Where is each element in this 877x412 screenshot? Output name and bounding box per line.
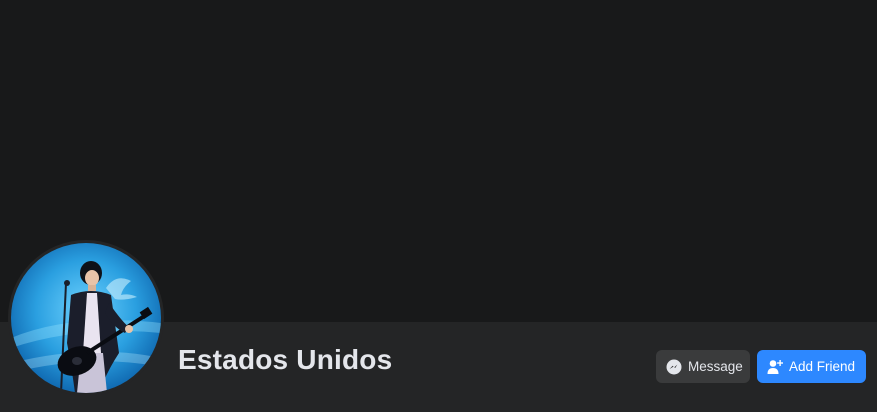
avatar[interactable] [11, 243, 161, 393]
add-friend-button-label: Add Friend [789, 359, 856, 374]
profile-name: Estados Unidos [178, 344, 393, 375]
message-button[interactable]: Message [656, 350, 750, 383]
avatar-photo [11, 261, 161, 393]
profile-page: Estados Unidos Message Add Friend [0, 0, 877, 412]
messenger-icon [666, 359, 682, 375]
add-friend-button[interactable]: Add Friend [757, 350, 866, 383]
add-friend-icon [767, 359, 783, 375]
message-button-label: Message [688, 359, 743, 374]
